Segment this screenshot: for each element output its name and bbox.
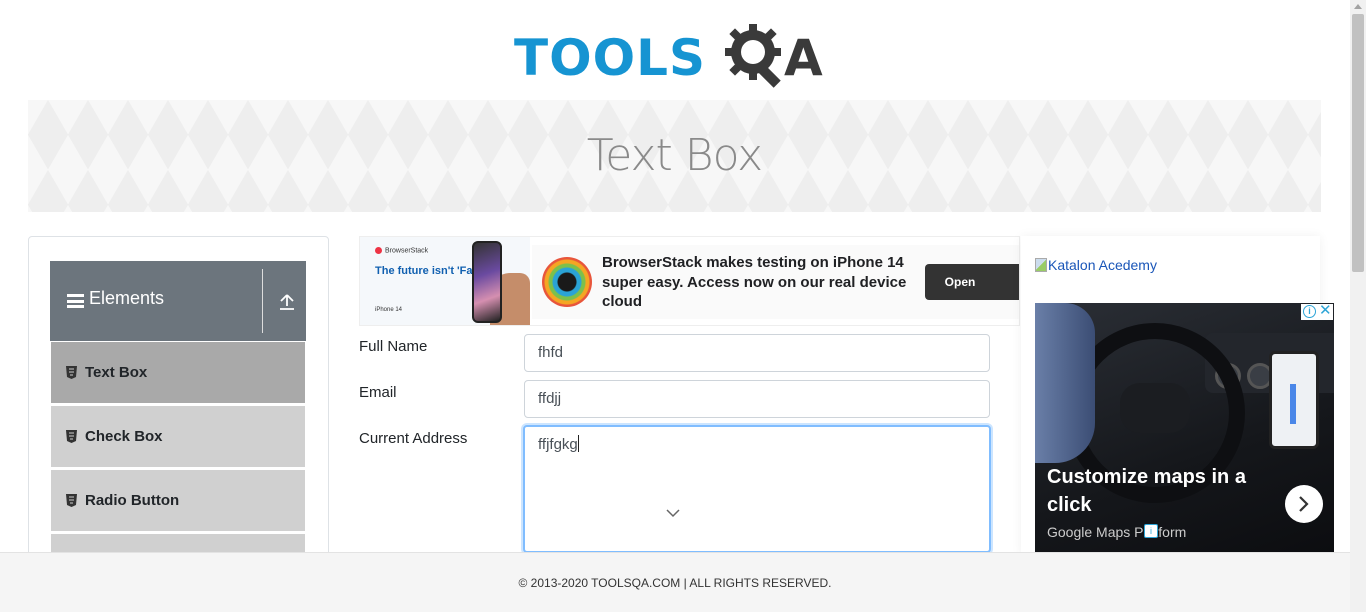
html5-icon — [66, 430, 77, 443]
text-caret — [577, 435, 579, 452]
chevron-right-icon — [1299, 496, 1309, 512]
page-title: Text Box — [586, 130, 763, 181]
copyright-text: © 2013-2020 TOOLSQA.COM | ALL RIGHTS RES… — [518, 576, 832, 590]
sidebar-item-check-box[interactable]: Check Box — [51, 406, 305, 468]
maps-ad-brand: Google Maps Platform — [1047, 524, 1187, 540]
header-divider — [262, 269, 263, 333]
browserstack-ad[interactable]: BrowserStack The future isn't 'Far Out' … — [359, 236, 1020, 326]
broken-image-icon — [1035, 258, 1047, 272]
address-text: ffjfgkg — [538, 436, 578, 453]
katalon-ad-link[interactable]: Katalon Acedemy — [1035, 257, 1157, 273]
current-address-label: Current Address — [359, 430, 468, 447]
site-header: TOOLS A — [0, 0, 1350, 100]
current-address-textarea[interactable]: ffjfgkg — [523, 425, 991, 553]
logo-text-tools: TOOLS — [514, 29, 706, 87]
gear-icon — [725, 24, 781, 88]
page-banner: Text Box — [28, 100, 1321, 212]
close-icon[interactable]: ✕ — [1319, 303, 1332, 319]
email-label: Email — [359, 384, 397, 401]
sidebar-item-text-box[interactable]: Text Box — [51, 342, 305, 404]
site-footer: © 2013-2020 TOOLSQA.COM | ALL RIGHTS RES… — [0, 552, 1350, 612]
group-title: Elements — [89, 288, 165, 308]
html5-icon — [66, 366, 77, 379]
steering-hub — [1120, 383, 1190, 433]
email-input[interactable]: ffdjj — [524, 380, 990, 418]
ad-message: BrowserStack makes testing on iPhone 14 … — [602, 254, 907, 310]
upload-icon[interactable] — [278, 293, 296, 311]
maps-ad-headline: Customize maps in a click — [1047, 466, 1246, 516]
maps-ad-next-button[interactable] — [1285, 485, 1323, 523]
scroll-up-arrow-icon[interactable] — [1354, 4, 1362, 9]
browserstack-circle-icon — [542, 257, 592, 307]
full-name-input[interactable]: fhfd — [524, 334, 990, 372]
info-icon[interactable]: i — [1303, 305, 1316, 318]
logo-text-a: A — [784, 29, 823, 87]
sidebar-item-label: Check Box — [85, 428, 163, 445]
sidebar: Elements Text Box Check Box Radio Button — [28, 236, 329, 596]
chevron-down-icon — [666, 509, 680, 518]
page-scrollbar[interactable] — [1350, 0, 1366, 612]
adchoices-badge[interactable]: i ✕ — [1301, 303, 1333, 320]
ad-image-panel: BrowserStack The future isn't 'Far Out' … — [360, 237, 530, 325]
ad-content: BrowserStack makes testing on iPhone 14 … — [532, 245, 1019, 319]
browserstack-logo: BrowserStack — [375, 247, 428, 254]
ad-iphone-tag: iPhone 14 — [375, 307, 403, 313]
google-maps-ad[interactable]: Customize maps in a click Google Maps Pl… — [1035, 303, 1334, 553]
full-name-label: Full Name — [359, 338, 428, 355]
ad-open-button[interactable]: Open — [925, 264, 1019, 300]
hamburger-icon — [67, 294, 84, 308]
html5-icon — [66, 494, 77, 507]
katalon-alt-text: Katalon Acedemy — [1048, 257, 1157, 273]
elements-group-header[interactable]: Elements — [50, 261, 306, 341]
sidebar-item-label: Radio Button — [85, 492, 180, 509]
driver-arm — [1035, 303, 1095, 463]
sidebar-item-radio-button[interactable]: Radio Button — [51, 470, 305, 532]
iphone-image — [472, 241, 502, 323]
scrollbar-thumb[interactable] — [1352, 14, 1364, 272]
info-icon[interactable]: i — [1144, 524, 1158, 538]
sidebar-item-label: Text Box — [85, 364, 148, 381]
toolsqa-logo[interactable]: TOOLS A — [514, 16, 838, 90]
phone-map-image — [1269, 351, 1319, 449]
